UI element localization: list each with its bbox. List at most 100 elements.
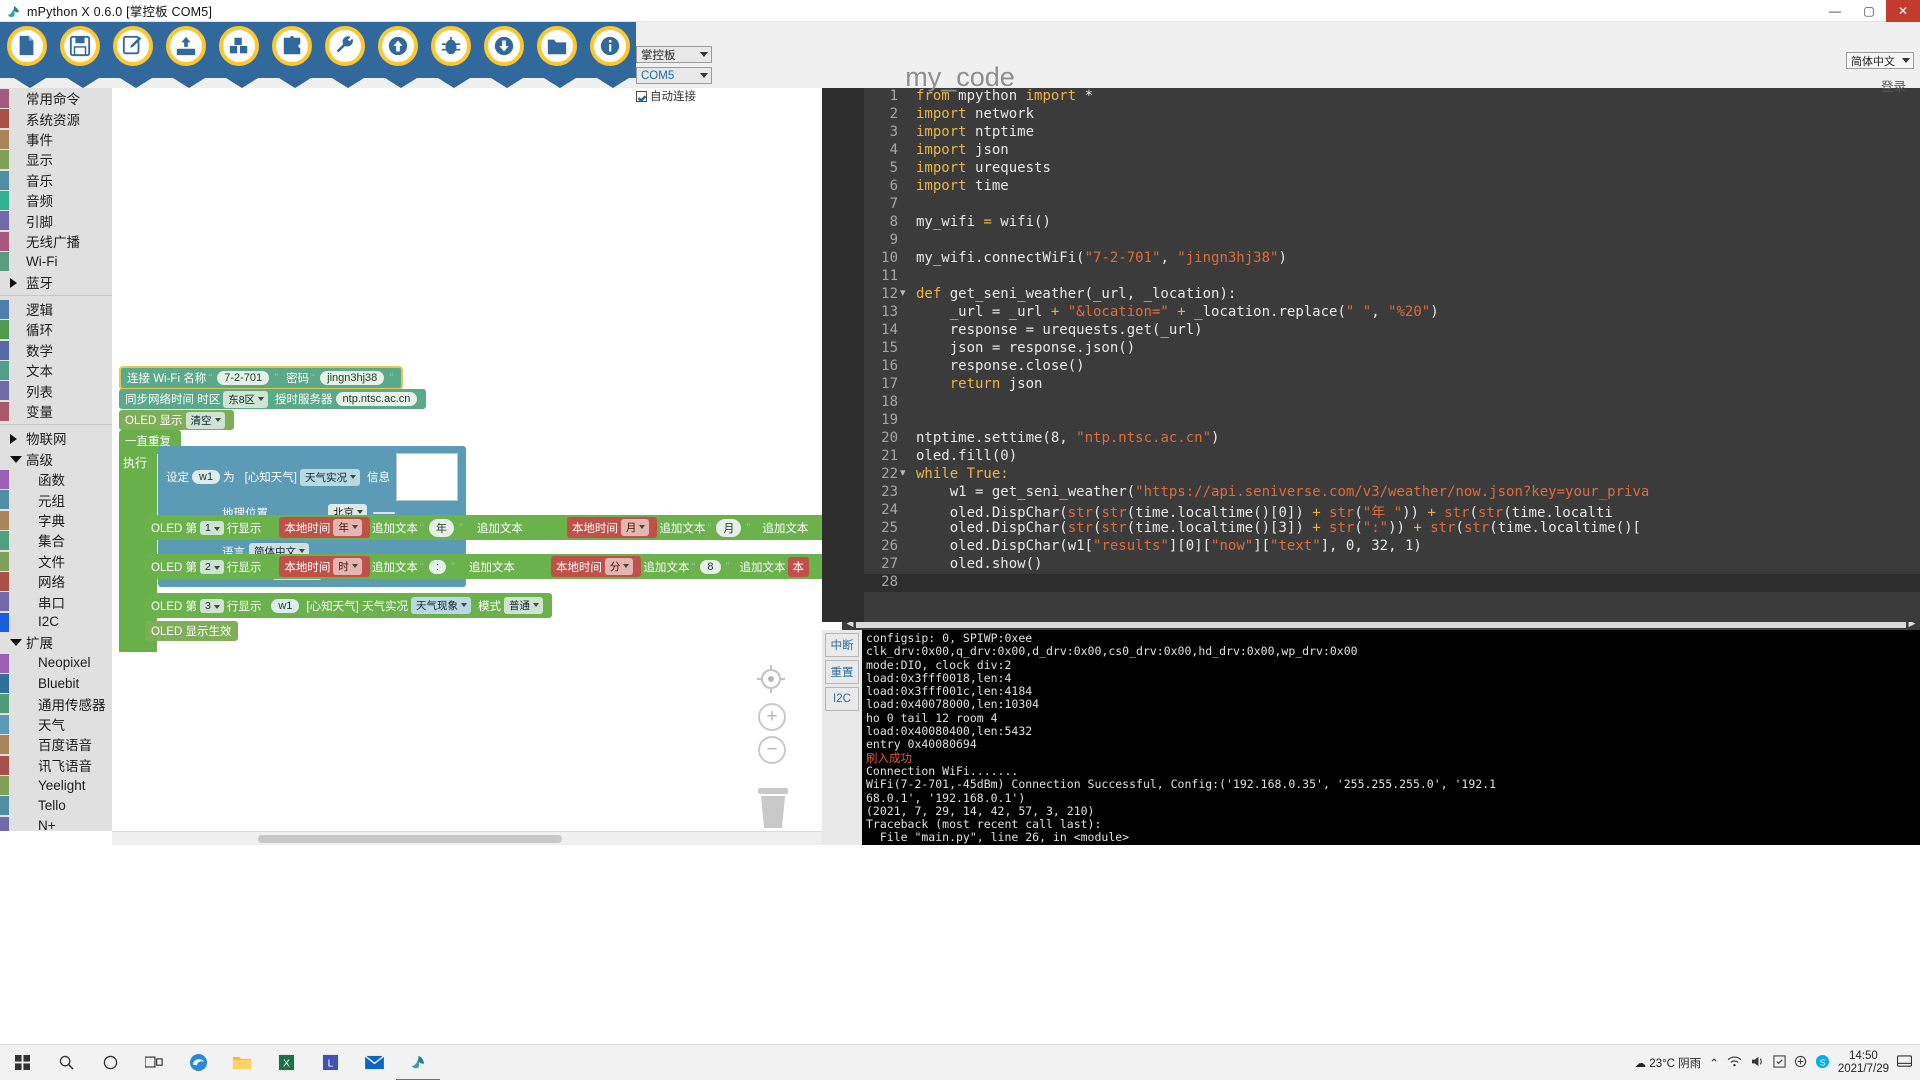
start-button[interactable] <box>0 1045 44 1080</box>
sidebar-item-常用命令[interactable]: 常用命令 <box>0 88 112 108</box>
edge-icon[interactable] <box>176 1045 220 1080</box>
zoom-out-icon[interactable]: − <box>758 736 786 764</box>
local-time-block[interactable]: 本地时间 月 <box>566 517 658 538</box>
excel-icon[interactable]: X <box>264 1045 308 1080</box>
code-line[interactable]: 6 import time <box>864 178 1920 196</box>
port-select[interactable]: COM5 <box>636 67 712 84</box>
code-line[interactable]: 18 <box>864 394 1920 412</box>
code-line[interactable]: 15 json = response.json() <box>864 340 1920 358</box>
zoom-in-icon[interactable]: + <box>758 703 786 731</box>
block-sync-ntp[interactable]: 同步网络时间 时区 东8区 授时服务器 ntp.ntsc.ac.cn <box>119 389 427 409</box>
reset-button[interactable]: 重置 <box>825 660 859 684</box>
sidebar-item-扩展[interactable]: 扩展 <box>0 632 112 652</box>
local-time-block[interactable]: 本地时间 分 <box>550 556 642 577</box>
oled-row3-index-select[interactable]: 3 <box>200 598 224 613</box>
toolbar-button-save-code[interactable]: 保存代码 <box>106 22 159 88</box>
block-oled-clear[interactable]: OLED 显示 清空 <box>119 410 234 430</box>
weather-info-slot[interactable] <box>395 453 458 501</box>
sidebar-item-文件[interactable]: 文件 <box>0 551 112 571</box>
toolbar-button-info-circle[interactable]: 帮助 ▾ <box>583 22 636 88</box>
join-text-field-2[interactable]: 月 <box>716 518 742 537</box>
sidebar-item-列表[interactable]: 列表 <box>0 380 112 401</box>
toolbar-button-open-project-upload[interactable]: 打开项目 <box>159 22 212 88</box>
code-line[interactable]: 26 oled.DispChar(w1["results"][0]["now"]… <box>864 538 1920 556</box>
local-time-unit-select[interactable]: 月 <box>620 519 650 536</box>
code-line[interactable]: 9 <box>864 232 1920 250</box>
sidebar-item-文本[interactable]: 文本 <box>0 360 112 381</box>
sidebar-item-网络[interactable]: 网络 <box>0 571 112 591</box>
editor-code-area[interactable]: 1 from mpython import * 2 import network 3 im… <box>864 88 1920 608</box>
mail-icon[interactable] <box>352 1045 396 1080</box>
code-line[interactable]: 28 <box>864 574 1920 592</box>
sidebar-item-bluebit[interactable]: Bluebit <box>0 673 112 693</box>
ntp-server-field[interactable]: ntp.ntsc.ac.cn <box>335 392 418 406</box>
code-line[interactable]: 19 <box>864 412 1920 430</box>
sidebar-item-事件[interactable]: 事件 <box>0 129 112 149</box>
ntp-timezone-select[interactable]: 东8区 <box>223 390 269 408</box>
wifi-password-field[interactable]: jingn3hj38 <box>320 371 385 385</box>
sidebar-item-字典[interactable]: 字典 <box>0 510 112 530</box>
sidebar-item-通用传感器[interactable]: 通用传感器 <box>0 693 112 714</box>
code-line[interactable]: 27 oled.show() <box>864 556 1920 574</box>
sidebar-item-i2c[interactable]: I2C <box>0 612 112 632</box>
code-line[interactable]: 5 import urequests <box>864 160 1920 178</box>
maximize-button[interactable]: ▢ <box>1852 0 1886 22</box>
code-line[interactable]: 25 oled.DispChar(str(str(time.localtime(… <box>864 520 1920 538</box>
sidebar-item-物联网[interactable]: 物联网 <box>0 428 112 448</box>
wifi-ssid-field[interactable]: 7-2-701 <box>217 371 270 385</box>
code-line[interactable]: 21 oled.fill(0) <box>864 448 1920 466</box>
sidebar-item-讯飞语音[interactable]: 讯飞语音 <box>0 755 112 775</box>
code-line[interactable]: 23 w1 = get_seni_weather("https://api.se… <box>864 484 1920 502</box>
code-line[interactable]: 24 oled.DispChar(str(str(time.localtime(… <box>864 502 1920 521</box>
settings-icon[interactable] <box>1794 1055 1807 1071</box>
taskbar-clock[interactable]: 14:50 2021/7/29 <box>1838 1050 1889 1076</box>
volume-icon[interactable] <box>1750 1056 1765 1070</box>
code-line[interactable]: 22 ▾ while True: <box>864 466 1920 484</box>
scrollbar-thumb[interactable] <box>258 835 562 843</box>
sidebar-item-元组[interactable]: 元组 <box>0 489 112 510</box>
sidebar-item-系统资源[interactable]: 系统资源 <box>0 108 112 129</box>
i2c-button[interactable]: I2C <box>825 687 859 711</box>
sidebar-item-蓝牙[interactable]: 蓝牙 <box>0 272 112 292</box>
toolbar-button-puzzle-piece[interactable]: 代码模式 <box>265 22 318 88</box>
canvas-horizontal-scrollbar[interactable] <box>112 831 822 845</box>
sidebar-item-变量[interactable]: 变量 <box>0 401 112 421</box>
weather-tray[interactable]: ☁ 23°C 阴雨 <box>1635 1055 1702 1071</box>
code-line[interactable]: 7 <box>864 196 1920 214</box>
auto-connect-checkbox[interactable]: 自动连接 <box>636 88 720 104</box>
sidebar-item-tello[interactable]: Tello <box>0 795 112 816</box>
category-sidebar[interactable]: 常用命令 系统资源 事件 显示 音乐 音频 引脚 无线广播 Wi-Fi 蓝牙 逻辑 循环 数学 文本 列表变… <box>0 88 112 831</box>
toolbar-button-blocks-sample[interactable]: 示例程序 <box>212 22 265 88</box>
local-time-block[interactable]: 本 <box>787 556 810 577</box>
sidebar-item-neopixel[interactable]: Neopixel <box>0 653 112 673</box>
shield-icon[interactable] <box>1773 1055 1786 1071</box>
mpython-taskbar-icon[interactable] <box>396 1045 440 1080</box>
code-line[interactable]: 14 response = urequests.get(_url) <box>864 322 1920 340</box>
code-line[interactable]: 17 return json <box>864 376 1920 394</box>
toolbar-button-arrow-up-circle[interactable]: 读出代码 <box>371 22 424 88</box>
sidebar-item-函数[interactable]: 函数 <box>0 469 112 490</box>
sidebar-item-天气[interactable]: 天气 <box>0 714 112 734</box>
board-select[interactable]: 掌控板 <box>636 46 712 63</box>
sidebar-item-串口[interactable]: 串口 <box>0 591 112 612</box>
code-line[interactable]: 10 my_wifi.connectWiFi("7-2-701", "jingn3… <box>864 250 1920 268</box>
interrupt-button[interactable]: 中断 <box>825 633 859 657</box>
skype-icon[interactable]: S <box>1815 1054 1830 1072</box>
chevron-down-icon[interactable] <box>10 639 22 651</box>
task-view-icon[interactable] <box>132 1045 176 1080</box>
oled-clear-mode-select[interactable]: 清空 <box>185 411 225 429</box>
block-oled-row-2[interactable]: OLED 第 2 行显示 本地时间 时 追加文本 “ : ” 追加文本 本地时间… <box>145 554 822 579</box>
set-var-name[interactable]: w1 <box>192 470 221 484</box>
trash-icon[interactable] <box>754 786 792 830</box>
sidebar-item-wi-fi[interactable]: Wi-Fi <box>0 251 112 272</box>
serial-terminal[interactable]: 中断 重置 I2C configsip: 0, SPIWP:0xee clk_drv:… <box>822 630 1920 845</box>
notification-icon[interactable] <box>1896 1055 1913 1071</box>
sidebar-item-yeelight[interactable]: Yeelight <box>0 775 112 795</box>
local-time-block[interactable]: 本地时间 年 <box>279 517 370 538</box>
cortana-circle-icon[interactable] <box>88 1045 132 1080</box>
join-text-field-1[interactable]: : <box>428 559 446 574</box>
toolbar-button-arrow-down-circle[interactable]: 刷入运行 <box>477 22 530 88</box>
toolbar-button-save-floppy[interactable]: 保存图形 <box>53 22 106 88</box>
fold-toggle-icon[interactable]: ▾ <box>900 286 906 299</box>
block-oled-row-3[interactable]: OLED 第 3 行显示 w1 [心知天气] 天气实况 天气现象 模式 普通 <box>145 593 553 618</box>
